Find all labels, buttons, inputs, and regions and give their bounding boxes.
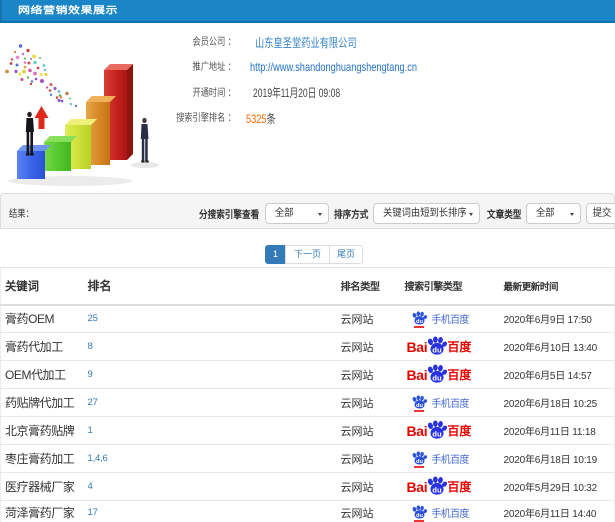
svg-text:du: du: [433, 373, 443, 382]
svg-text:du: du: [416, 403, 423, 409]
svg-text:du: du: [416, 513, 423, 519]
svg-text:du: du: [416, 319, 423, 325]
svg-text:du: du: [416, 459, 423, 465]
svg-text:du: du: [433, 345, 443, 354]
svg-text:du: du: [433, 429, 443, 438]
svg-text:du: du: [433, 485, 443, 494]
